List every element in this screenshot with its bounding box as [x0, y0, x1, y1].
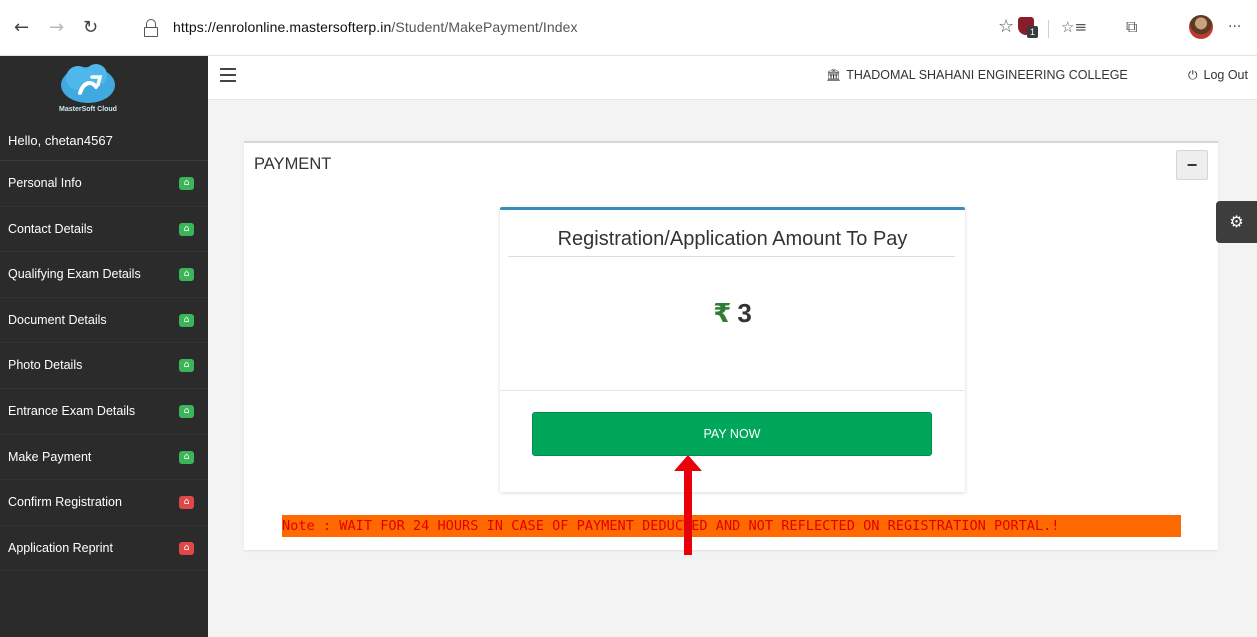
sidebar-menu: Personal Info ⌂ Contact Details ⌂ Qualifying… — [0, 161, 208, 572]
sidebar-item-make-payment[interactable]: Make Payment ⌂ — [0, 435, 208, 481]
logout-link[interactable]: ⏻ Log Out — [1188, 68, 1248, 83]
amount-number: 3 — [737, 298, 752, 328]
sidebar-item-confirm-registration[interactable]: Confirm Registration ⌂ — [0, 480, 208, 526]
sidebar-item-label: Entrance Exam Details — [8, 403, 136, 418]
power-icon: ⏻ — [1188, 68, 1198, 82]
payment-note: Note : WAIT FOR 24 HOURS IN CASE OF PAYM… — [282, 515, 1181, 537]
panel-title: PAYMENT — [254, 155, 332, 173]
sidebar-item-document-details[interactable]: Document Details ⌂ — [0, 298, 208, 344]
sidebar-item-label: Make Payment — [8, 449, 92, 464]
lock-icon[interactable] — [143, 17, 159, 39]
heading-divider — [508, 256, 955, 257]
status-dashboard-icon: ⌂ — [179, 268, 194, 282]
settings-gear-icon[interactable]: ⚙ — [1216, 201, 1257, 243]
sidebar-item-qualifying-exam-details[interactable]: Qualifying Exam Details ⌂ — [0, 252, 208, 298]
rupee-icon: ₹ — [713, 299, 732, 329]
collapse-button[interactable]: − — [1176, 150, 1208, 180]
sidebar-item-personal-info[interactable]: Personal Info ⌂ — [0, 161, 208, 207]
payment-panel: PAYMENT − Registration/Application Amoun… — [244, 141, 1218, 550]
amount-heading: Registration/Application Amount To Pay — [557, 228, 908, 250]
status-dashboard-icon: ⌂ — [179, 222, 194, 236]
sidebar-item-contact-details[interactable]: Contact Details ⌂ — [0, 207, 208, 253]
mastersoft-logo[interactable]: MasterSoft Cloud — [48, 61, 128, 117]
college-name-label: THADOMAL SHAHANI ENGINEERING COLLEGE — [846, 68, 1128, 82]
status-dashboard-icon: ⌂ — [179, 450, 194, 464]
cloud-logo-icon — [61, 64, 115, 103]
user-greeting: Hello, chetan4567 — [8, 133, 113, 148]
favorites-list-icon[interactable]: ☆≡ — [1061, 16, 1087, 38]
favorite-star-icon[interactable]: ☆ — [998, 16, 1014, 38]
address-bar[interactable]: https://enrolonline.mastersofterp.in/Stu… — [173, 19, 578, 35]
url-host: https://enrolonline.mastersofterp.in — [173, 19, 392, 35]
sidebar-item-application-reprint[interactable]: Application Reprint ⌂ — [0, 526, 208, 572]
footer-divider — [500, 390, 965, 391]
sidebar-item-label: Photo Details — [8, 358, 83, 373]
extension-badge: 1 — [1027, 26, 1038, 38]
logout-label: Log Out — [1203, 68, 1248, 82]
top-navbar: 🏛 THADOMAL SHAHANI ENGINEERING COLLEGE ⏻ L… — [208, 56, 1257, 100]
annotation-arrow-icon — [674, 455, 702, 555]
status-dashboard-icon: ⌂ — [179, 177, 194, 190]
pay-now-button[interactable]: PAY NOW — [532, 412, 932, 456]
more-options-icon[interactable]: ··· — [1228, 16, 1241, 38]
toolbar-divider — [1048, 20, 1049, 38]
sidebar-item-label: Personal Info — [8, 176, 82, 190]
college-name: 🏛 THADOMAL SHAHANI ENGINEERING COLLEGE — [826, 68, 1128, 82]
back-arrow-icon[interactable]: ← — [14, 18, 29, 38]
sidebar-item-entrance-exam-details[interactable]: Entrance Exam Details ⌂ — [0, 389, 208, 435]
status-dashboard-icon: ⌂ — [179, 313, 194, 327]
url-path: /Student/MakePayment/Index — [391, 19, 578, 35]
status-dashboard-icon: ⌂ — [179, 404, 194, 418]
amount-box: Registration/Application Amount To Pay ₹… — [500, 207, 965, 492]
forward-arrow-icon[interactable]: → — [49, 18, 64, 38]
logo-caption: MasterSoft Cloud — [59, 106, 117, 113]
sidebar-item-label: Qualifying Exam Details — [8, 267, 141, 282]
sidebar-item-label: Application Reprint — [8, 540, 113, 555]
status-dashboard-icon: ⌂ — [179, 496, 194, 510]
sidebar-item-photo-details[interactable]: Photo Details ⌂ — [0, 343, 208, 389]
refresh-icon[interactable]: ↻ — [83, 18, 98, 38]
collections-icon[interactable]: ⧉ — [1126, 16, 1137, 38]
extension-shield-icon[interactable]: 1 — [1018, 17, 1038, 39]
sidebar-item-label: Confirm Registration — [8, 495, 122, 510]
sidebar: MasterSoft Cloud Hello, chetan4567 Perso… — [0, 56, 208, 637]
browser-toolbar: ← → ↻ https://enrolonline.mastersofterp.… — [0, 0, 1257, 56]
amount-value: ₹3 — [500, 298, 965, 329]
hamburger-menu-icon[interactable] — [220, 68, 236, 82]
sidebar-item-label: Contact Details — [8, 221, 93, 236]
institution-icon: 🏛 — [826, 68, 842, 82]
sidebar-item-label: Document Details — [8, 312, 107, 327]
status-dashboard-icon: ⌂ — [179, 541, 194, 555]
status-dashboard-icon: ⌂ — [179, 359, 194, 373]
profile-avatar[interactable] — [1189, 15, 1213, 39]
